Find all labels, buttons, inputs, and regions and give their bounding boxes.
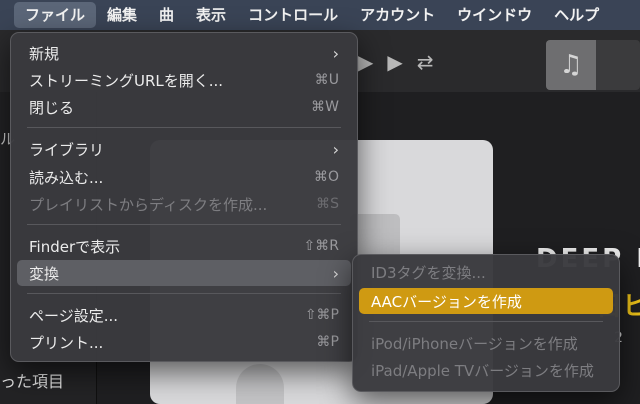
menu-view[interactable]: 表示 [185,2,237,28]
menu-item-label: ID3タグを変換... [371,263,486,282]
shortcut-label: ⌘W [311,99,339,115]
menu-song[interactable]: 曲 [148,2,185,28]
menu-item-label: プレイリストからディスクを作成... [29,195,268,214]
menu-separator [27,127,341,128]
artwork-shape [236,364,284,404]
menu-item-library[interactable]: ライブラリ › [17,136,351,162]
menu-item-label: ライブラリ [29,140,105,159]
menu-item-label: 読み込む... [29,168,104,187]
chevron-right-icon: › [332,43,339,63]
menu-item-close[interactable]: 閉じる ⌘W [17,94,351,120]
menu-item-open-stream-url[interactable]: ストリーミングURLを開く... ⌘U [17,67,351,93]
menu-account[interactable]: アカウント [349,2,446,28]
sidebar-item-recent[interactable]: った項目 [0,368,64,392]
menu-edit[interactable]: 編集 [96,2,148,28]
shortcut-label: ⌘S [316,196,339,212]
shortcut-label: ⌘O [313,169,339,185]
now-playing-display[interactable]: ♫ [546,40,640,90]
music-note-icon: ♫ [546,40,596,90]
menu-item-create-ipod: iPod/iPhoneバージョンを作成 [359,330,613,356]
fast-forward-icon[interactable]: ▶▶ [358,50,417,74]
menu-item-create-aac[interactable]: AACバージョンを作成 [359,288,613,314]
transport-controls: ▶▶⇄ [358,50,448,74]
menu-file[interactable]: ファイル [14,2,97,28]
menu-item-print[interactable]: プリント... ⌘P [17,329,351,355]
menu-item-burn-playlist: プレイリストからディスクを作成... ⌘S [17,191,351,217]
menu-item-label: 閉じる [29,98,75,117]
menu-item-label: 変換 [29,264,60,283]
menu-item-label: AACバージョンを作成 [371,292,522,311]
menu-item-label: iPad/Apple TVバージョンを作成 [371,361,594,380]
chevron-right-icon: › [332,263,339,283]
menu-controls[interactable]: コントロール [237,2,349,28]
menu-item-show-in-finder[interactable]: Finderで表示 ⇧⌘R [17,233,351,259]
convert-submenu: ID3タグを変換... AACバージョンを作成 iPod/iPhoneバージョン… [352,254,620,392]
shortcut-label: ⇧⌘P [304,307,339,323]
menu-separator [27,224,341,225]
menu-item-label: ストリーミングURLを開く... [29,71,224,90]
file-menu: 新規 › ストリーミングURLを開く... ⌘U 閉じる ⌘W ライブラリ › … [10,32,358,362]
menu-item-create-ipad: iPad/Apple TVバージョンを作成 [359,357,613,383]
shortcut-label: ⇧⌘R [303,238,339,254]
menubar: ファイル 編集 曲 表示 コントロール アカウント ウインドウ ヘルプ [0,0,640,30]
menu-item-convert-id3: ID3タグを変換... [359,259,613,285]
menu-separator [369,321,603,322]
menu-item-label: Finderで表示 [29,237,121,256]
chevron-right-icon: › [332,139,339,159]
shortcut-label: ⌘P [316,334,339,350]
menu-help[interactable]: ヘルプ [543,2,610,28]
menu-item-label: 新規 [29,44,60,63]
menu-item-import[interactable]: 読み込む... ⌘O [17,164,351,190]
menu-item-label: iPod/iPhoneバージョンを作成 [371,334,578,353]
menu-item-page-setup[interactable]: ページ設定... ⇧⌘P [17,302,351,328]
menu-item-convert[interactable]: 変換 › [17,260,351,286]
menu-window[interactable]: ウインドウ [446,2,543,28]
menu-item-new[interactable]: 新規 › [17,40,351,66]
shortcut-label: ⌘U [314,72,339,88]
menu-separator [27,293,341,294]
menu-item-label: ページ設定... [29,306,119,325]
menu-item-label: プリント... [29,333,104,352]
repeat-icon[interactable]: ⇄ [417,50,448,74]
